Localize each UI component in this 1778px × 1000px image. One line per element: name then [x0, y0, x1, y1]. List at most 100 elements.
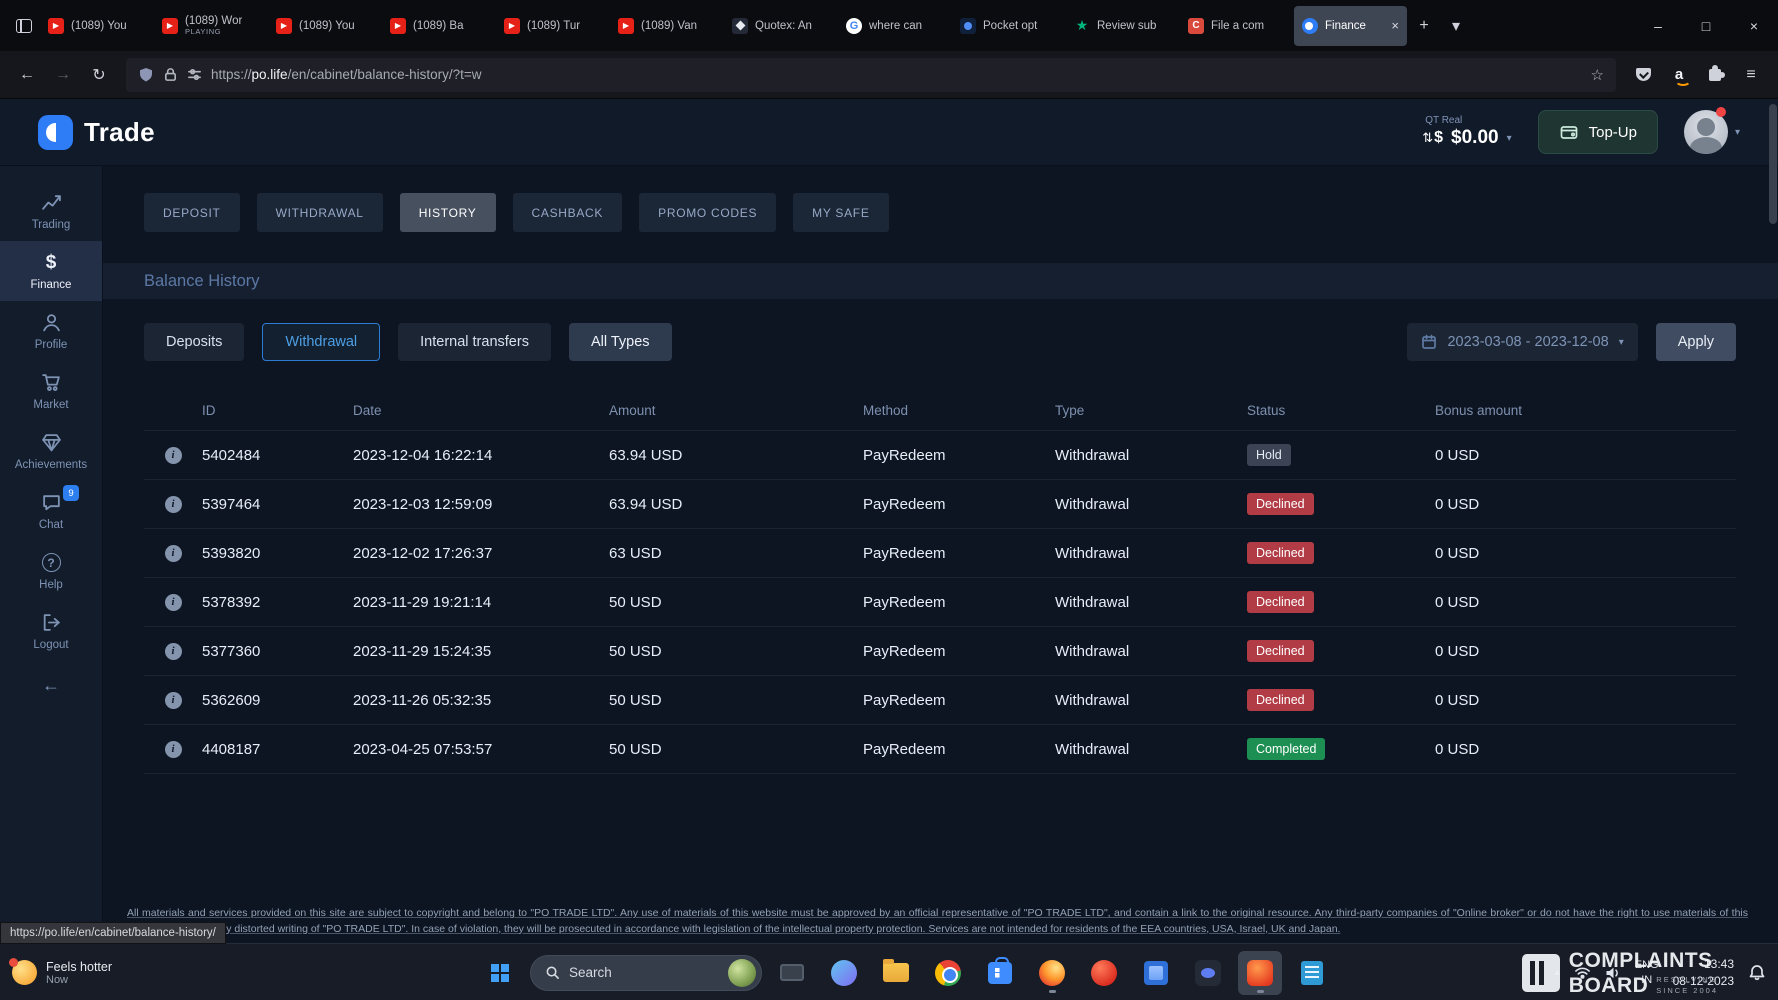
extensions-puzzle-icon[interactable] — [1698, 58, 1732, 92]
profile-chevron-icon[interactable]: ▾ — [1735, 127, 1740, 138]
taskbar-app-notes[interactable] — [1290, 951, 1334, 995]
sidebar-item-help[interactable]: ? Help — [0, 541, 102, 601]
taskbar-app-monitor[interactable] — [770, 951, 814, 995]
amazon-extension-icon[interactable]: a — [1662, 58, 1696, 92]
cell-status: Declined — [1247, 640, 1435, 662]
info-icon[interactable]: i — [165, 594, 182, 611]
minimize-button[interactable]: – — [1634, 0, 1682, 51]
browser-tab-finance-active[interactable]: Finance× — [1294, 6, 1407, 46]
close-tab-icon[interactable]: × — [1391, 18, 1399, 33]
cell-bonus: 0 USD — [1435, 692, 1736, 709]
taskbar-app-office[interactable] — [1134, 951, 1178, 995]
profile-menu[interactable]: ▾ — [1684, 110, 1740, 154]
taskbar-app-firefox[interactable] — [1030, 951, 1074, 995]
tab-my-safe[interactable]: MY SAFE — [793, 193, 888, 232]
filter-row: Deposits Withdrawal Internal transfers A… — [144, 323, 1736, 361]
page-scrollbar[interactable] — [1769, 100, 1777, 942]
notification-bell-icon[interactable] — [1748, 964, 1766, 982]
sidebar-item-chat[interactable]: 9 Chat — [0, 481, 102, 541]
watermark-tagline-2: SINCE 2004 — [1656, 985, 1718, 996]
cell-amount: 63.94 USD — [609, 447, 863, 464]
browser-tab-4[interactable]: ▶(1089) Ba — [382, 6, 495, 46]
weather-widget[interactable]: Feels hotter Now — [12, 944, 112, 1000]
firefox-view-icon[interactable] — [8, 10, 40, 42]
browser-tab-3[interactable]: ▶(1089) You — [268, 6, 381, 46]
sidebar-item-market[interactable]: Market — [0, 361, 102, 421]
filter-all-types[interactable]: All Types — [569, 323, 672, 361]
info-icon[interactable]: i — [165, 545, 182, 562]
url-text: https://po.life/en/cabinet/balance-histo… — [211, 67, 482, 82]
lock-icon[interactable] — [163, 67, 178, 82]
tab-promo-codes[interactable]: PROMO CODES — [639, 193, 776, 232]
tab-withdrawal[interactable]: WITHDRAWAL — [257, 193, 383, 232]
status-badge: Completed — [1247, 738, 1325, 760]
window-close-button[interactable]: × — [1730, 0, 1778, 51]
taskbar-app-copilot[interactable] — [822, 951, 866, 995]
forward-button[interactable]: → — [46, 58, 80, 92]
permissions-icon[interactable] — [187, 67, 202, 82]
scrollbar-thumb[interactable] — [1769, 104, 1777, 224]
info-icon[interactable]: i — [165, 692, 182, 709]
tab-cashback[interactable]: CASHBACK — [513, 193, 623, 232]
taskbar-app-active-window[interactable] — [1238, 951, 1282, 995]
taskbar-center: Search — [478, 944, 1334, 1000]
browser-tab-5[interactable]: ▶(1089) Tur — [496, 6, 609, 46]
balance-block[interactable]: QT Real ⇅$ $0.00 ▾ — [1422, 115, 1511, 149]
taskbar-app-chrome[interactable] — [926, 951, 970, 995]
tab-list-chevron-icon[interactable]: ▾ — [1440, 10, 1472, 42]
menu-hamburger-icon[interactable]: ≡ — [1734, 58, 1768, 92]
browser-tab-9[interactable]: Pocket opt — [952, 6, 1065, 46]
sidebar-item-finance[interactable]: $ Finance — [0, 241, 102, 301]
reload-button[interactable]: ↻ — [82, 58, 116, 92]
cell-info: i — [144, 692, 202, 709]
sidebar-item-trading[interactable]: Trading — [0, 181, 102, 241]
info-icon[interactable]: i — [165, 496, 182, 513]
taskbar-search[interactable]: Search — [530, 955, 762, 991]
sidebar-item-profile[interactable]: Profile — [0, 301, 102, 361]
browser-tab-6[interactable]: ▶(1089) Van — [610, 6, 723, 46]
url-bar[interactable]: https://po.life/en/cabinet/balance-histo… — [126, 58, 1616, 92]
cell-type: Withdrawal — [1055, 447, 1247, 464]
bookmark-star-icon[interactable]: ☆ — [1591, 66, 1604, 84]
filter-deposits[interactable]: Deposits — [144, 323, 244, 361]
start-button[interactable] — [478, 951, 522, 995]
browser-tab-8[interactable]: Gwhere can — [838, 6, 951, 46]
col-type: Type — [1055, 403, 1247, 418]
taskbar-app-opera[interactable] — [1082, 951, 1126, 995]
top-up-button[interactable]: Top-Up — [1538, 110, 1658, 154]
new-tab-button[interactable]: + — [1408, 10, 1440, 42]
taskbar-app-file-explorer[interactable] — [874, 951, 918, 995]
sidebar-collapse-arrow-icon[interactable]: ← — [0, 675, 102, 696]
browser-tab-7[interactable]: Quotex: An — [724, 6, 837, 46]
browser-tab-2[interactable]: ▶(1089) WorPLAYING — [154, 6, 267, 46]
dollar-icon: $ — [46, 252, 57, 274]
table-row: i 5402484 2023-12-04 16:22:14 63.94 USD … — [144, 431, 1736, 480]
col-bonus: Bonus amount — [1435, 403, 1736, 418]
maximize-button[interactable]: □ — [1682, 0, 1730, 51]
taskbar-app-discord[interactable] — [1186, 951, 1230, 995]
date-range-picker[interactable]: 2023-03-08 - 2023-12-08 ▾ — [1407, 323, 1637, 361]
apply-button[interactable]: Apply — [1656, 323, 1736, 361]
brand-logo-icon[interactable] — [38, 115, 73, 150]
sidebar-item-logout[interactable]: Logout — [0, 601, 102, 661]
tab-deposit[interactable]: DEPOSIT — [144, 193, 240, 232]
tracking-protection-shield-icon[interactable] — [138, 67, 154, 83]
cell-method: PayRedeem — [863, 692, 1055, 709]
info-icon[interactable]: i — [165, 447, 182, 464]
browser-tab-10[interactable]: ★Review sub — [1066, 6, 1179, 46]
info-icon[interactable]: i — [165, 643, 182, 660]
sidebar-item-achievements[interactable]: Achievements — [0, 421, 102, 481]
filter-internal-transfers[interactable]: Internal transfers — [398, 323, 551, 361]
tab-history[interactable]: HISTORY — [400, 193, 496, 232]
help-icon: ? — [42, 552, 61, 574]
save-to-pocket-icon[interactable] — [1626, 58, 1660, 92]
back-button[interactable]: ← — [10, 58, 44, 92]
browser-tab-1[interactable]: ▶(1089) You — [40, 6, 153, 46]
taskbar-app-store[interactable] — [978, 951, 1022, 995]
info-icon[interactable]: i — [165, 741, 182, 758]
balance-chevron-icon[interactable]: ▾ — [1507, 133, 1512, 144]
browser-tab-11[interactable]: CFile a com — [1180, 6, 1293, 46]
filter-withdrawal[interactable]: Withdrawal — [262, 323, 380, 361]
sidebar-label: Help — [39, 579, 63, 591]
tab-playing-label: PLAYING — [185, 28, 242, 37]
